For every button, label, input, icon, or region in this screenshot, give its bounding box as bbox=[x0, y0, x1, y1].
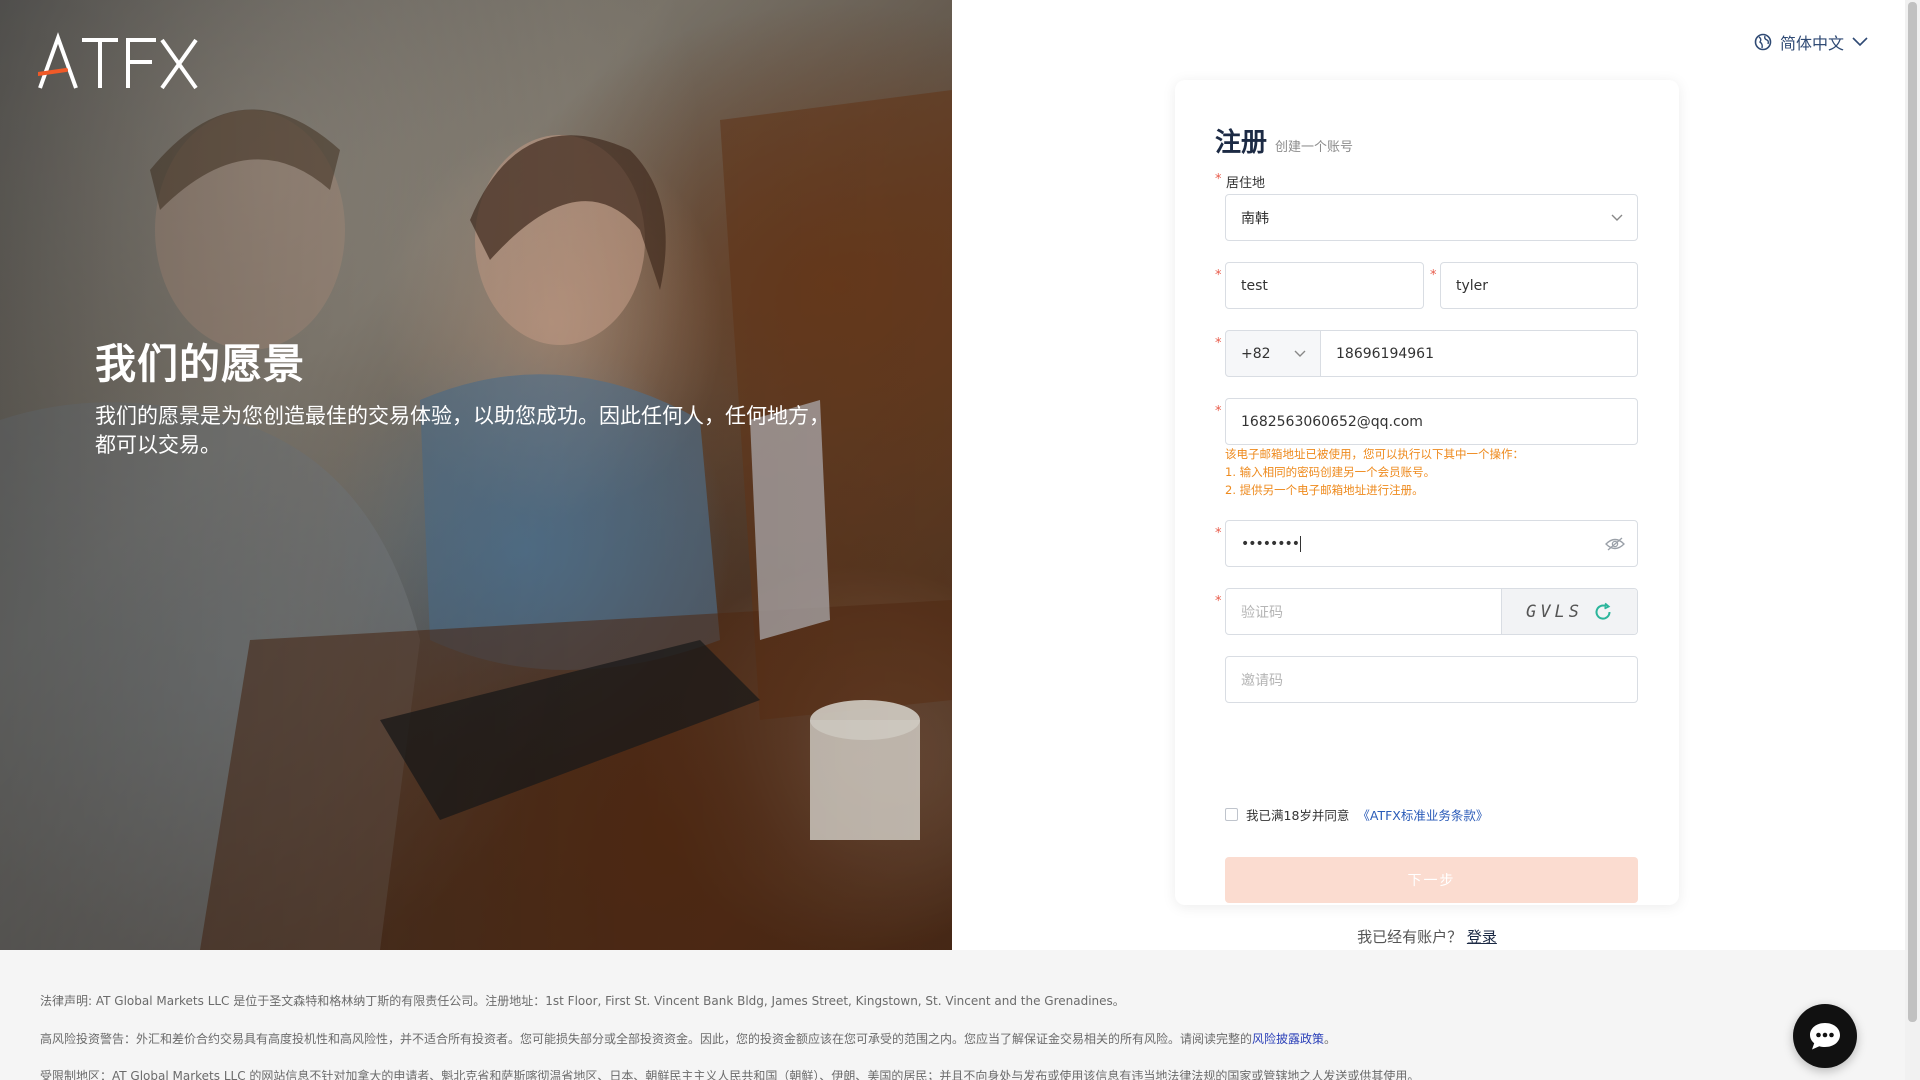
login-prompt: 我已经有账户？ 登录 bbox=[1175, 926, 1679, 947]
captcha-image[interactable]: GVLS bbox=[1501, 589, 1637, 634]
email-error-message: 该电子邮箱地址已被使用，您可以执行以下其中一个操作： 1. 输入相同的密码创建另… bbox=[1225, 445, 1524, 499]
residence-value: 南韩 bbox=[1241, 210, 1269, 227]
scrollbar-thumb[interactable] bbox=[1908, 2, 1917, 1022]
error-line: 2. 提供另一个电子邮箱地址进行注册。 bbox=[1225, 483, 1424, 497]
chat-button[interactable] bbox=[1793, 1004, 1857, 1068]
residence-select[interactable]: 南韩 bbox=[1225, 194, 1638, 241]
form-heading: 注册 创建一个账号 bbox=[1215, 122, 1353, 159]
required-marker: * bbox=[1215, 526, 1222, 541]
page-scrollbar[interactable] bbox=[1905, 0, 1920, 1080]
captcha-placeholder: 验证码 bbox=[1241, 604, 1283, 621]
language-label: 简体中文 bbox=[1779, 34, 1844, 53]
required-marker: * bbox=[1430, 268, 1437, 283]
phone-code-select[interactable]: +82 bbox=[1225, 330, 1321, 377]
required-marker: * bbox=[1215, 594, 1222, 609]
hero-section: 我们的愿景 我们的愿景是为您创造最佳的交易体验，以助您成功。因此任何人，任何地方… bbox=[0, 0, 952, 950]
error-line: 该电子邮箱地址已被使用，您可以执行以下其中一个操作： bbox=[1225, 447, 1524, 461]
terms-link[interactable]: 《ATFX标准业务条款》 bbox=[1357, 805, 1488, 824]
email-value: 1682563060652@qq.com bbox=[1241, 413, 1423, 430]
refresh-icon[interactable] bbox=[1593, 602, 1613, 622]
risk-policy-link[interactable]: 风险披露政策 bbox=[1252, 1032, 1324, 1046]
invite-code-input[interactable]: 邀请码 bbox=[1225, 656, 1638, 703]
required-marker: * bbox=[1215, 172, 1222, 187]
hero-description: 我们的愿景是为您创造最佳的交易体验，以助您成功。因此任何人，任何地方，都可以交易… bbox=[95, 404, 830, 457]
risk-text: 高风险投资警告：外汇和差价合约交易具有高度投机性和高风险性，并不适合所有投资者。… bbox=[40, 1032, 1253, 1046]
terms-text: 我已满18岁并同意 bbox=[1246, 808, 1350, 823]
text-cursor bbox=[1300, 535, 1302, 552]
required-marker: * bbox=[1215, 404, 1222, 419]
risk-warning: 高风险投资警告：外汇和差价合约交易具有高度投机性和高风险性，并不适合所有投资者。… bbox=[40, 1030, 1336, 1047]
form-subtitle: 创建一个账号 bbox=[1275, 140, 1354, 155]
legal-notice: 法律声明: AT Global Markets LLC 是位于圣文森特和格林纳丁… bbox=[40, 994, 1125, 1008]
error-line: 1. 输入相同的密码创建另一个会员账号。 bbox=[1225, 465, 1436, 479]
globe-icon bbox=[1754, 33, 1772, 51]
chevron-down-icon bbox=[1611, 214, 1623, 221]
email-input[interactable]: 1682563060652@qq.com bbox=[1225, 398, 1638, 445]
form-title: 注册 bbox=[1215, 128, 1268, 158]
password-input[interactable]: •••••••• bbox=[1225, 520, 1638, 567]
phone-number-value: 18696194961 bbox=[1336, 345, 1434, 362]
risk-end: 。 bbox=[1324, 1032, 1337, 1046]
atfx-logo[interactable] bbox=[38, 30, 198, 94]
last-name-input[interactable]: tyler bbox=[1440, 262, 1638, 309]
hero-overlay bbox=[0, 0, 952, 950]
terms-agreement: 我已满18岁并同意 《ATFX标准业务条款》 bbox=[1225, 805, 1488, 824]
language-selector[interactable]: 简体中文 bbox=[1754, 30, 1868, 54]
login-link[interactable]: 登录 bbox=[1467, 928, 1497, 946]
first-name-input[interactable]: test bbox=[1225, 262, 1424, 309]
have-account-text: 我已经有账户？ bbox=[1357, 928, 1463, 946]
phone-code-value: +82 bbox=[1241, 345, 1271, 362]
restricted-regions: 受限制地区：AT Global Markets LLC 的网站信息不针对加拿大的… bbox=[40, 1069, 1420, 1080]
chat-bubble-icon bbox=[1810, 1023, 1840, 1050]
required-marker: * bbox=[1215, 268, 1222, 283]
invite-placeholder: 邀请码 bbox=[1241, 672, 1283, 689]
eye-off-icon[interactable] bbox=[1605, 537, 1625, 551]
hero-title: 我们的愿景 bbox=[95, 340, 305, 388]
residence-label: 居住地 bbox=[1226, 176, 1266, 191]
last-name-value: tyler bbox=[1456, 277, 1489, 294]
next-button[interactable]: 下一步 bbox=[1225, 857, 1638, 903]
register-card: 注册 创建一个账号 * 居住地 南韩 * test * tyler * +82 … bbox=[1175, 80, 1679, 946]
phone-number-input[interactable]: 18696194961 bbox=[1320, 330, 1638, 377]
first-name-value: test bbox=[1241, 277, 1268, 294]
footer: 法律声明: AT Global Markets LLC 是位于圣文森特和格林纳丁… bbox=[0, 950, 1905, 1080]
required-marker: * bbox=[1215, 336, 1222, 351]
captcha-code: GVLS bbox=[1526, 601, 1583, 622]
chevron-down-icon bbox=[1852, 37, 1868, 47]
terms-checkbox[interactable] bbox=[1225, 808, 1238, 821]
password-value: •••••••• bbox=[1241, 535, 1300, 552]
chevron-down-icon bbox=[1294, 350, 1306, 357]
captcha-input[interactable]: 验证码 GVLS bbox=[1225, 588, 1638, 635]
